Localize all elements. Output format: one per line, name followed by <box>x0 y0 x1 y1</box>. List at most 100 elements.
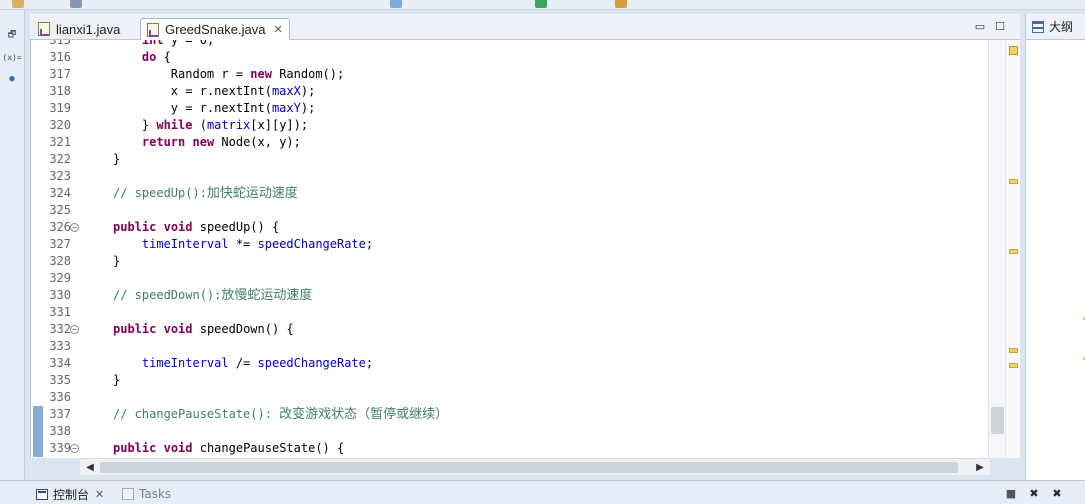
warning-summary-icon[interactable] <box>1009 46 1018 55</box>
code-line[interactable]: 318 x = r.nextInt(maxX); <box>31 83 991 100</box>
code-text: do { <box>141 50 171 64</box>
code-line[interactable]: 329 <box>31 270 991 287</box>
code-line[interactable]: 328} <box>31 253 991 270</box>
code-line[interactable]: 316 do { <box>31 49 991 66</box>
code-line[interactable]: 335} <box>31 372 991 389</box>
line-number: 331 <box>49 305 71 319</box>
fold-toggle-icon[interactable]: − <box>70 325 79 334</box>
code-line[interactable]: 338 <box>31 423 991 440</box>
code-text: x = r.nextInt(maxX); <box>113 84 316 98</box>
line-number: 321 <box>49 135 71 149</box>
line-number: 324 <box>49 186 71 200</box>
fold-toggle-icon[interactable]: − <box>70 223 79 232</box>
code-text: public void speedUp() { <box>113 220 280 234</box>
code-line[interactable]: 330 // speedDown():放慢蛇运动速度 <box>31 287 991 304</box>
line-number: 338 <box>49 424 71 438</box>
folder-icon[interactable] <box>12 0 24 8</box>
code-line[interactable]: 319 y = r.nextInt(maxY); <box>31 100 991 117</box>
line-number: 334 <box>49 356 71 370</box>
outline-icon <box>1032 20 1044 33</box>
code-line[interactable]: 315 int y = 0; <box>31 40 991 49</box>
vertical-scrollbar[interactable] <box>988 40 1005 458</box>
line-number: 319 <box>49 101 71 115</box>
code-line[interactable]: 317 Random r = new Random(); <box>31 66 991 83</box>
remove-launch-icon[interactable]: ✖ <box>1027 486 1041 500</box>
code-line[interactable]: 333 <box>31 338 991 355</box>
tab-label: 控制台 <box>53 487 90 502</box>
ruler-marker[interactable] <box>1009 363 1018 368</box>
code-text: Random r = new Random(); <box>113 67 345 81</box>
code-text: } <box>113 254 121 268</box>
line-number: 325 <box>49 203 71 217</box>
scroll-thumb[interactable] <box>991 407 1004 434</box>
code-line[interactable]: 336 <box>31 389 991 406</box>
code-text: int y = 0; <box>141 40 215 47</box>
code-line[interactable]: 323 <box>31 168 991 185</box>
scroll-left-icon[interactable]: ◀ <box>82 459 98 475</box>
code-line[interactable]: 320 } while (matrix[x][y]); <box>31 117 991 134</box>
outline-header[interactable]: 大纲 <box>1026 14 1085 40</box>
terminate-icon[interactable]: ■ <box>1004 486 1018 500</box>
main-toolbar <box>0 0 1085 10</box>
editor-tab-bar: lianxi1.java GreedSnake.java ✕ ▭ ☐ <box>30 14 1020 40</box>
code-text: // changePauseState(): 改变游戏状态（暂停或继续） <box>113 407 449 422</box>
breakpoints-icon[interactable]: ● <box>4 72 20 86</box>
line-number: 329 <box>49 271 71 285</box>
tab-lianxi1[interactable]: lianxi1.java <box>32 18 126 40</box>
maximize-icon[interactable]: ☐ <box>994 20 1006 33</box>
line-number: 322 <box>49 152 71 166</box>
line-number: 337 <box>49 407 71 421</box>
close-icon[interactable]: ✕ <box>95 488 104 501</box>
code-text: } <box>113 373 121 387</box>
code-line[interactable]: 325 <box>31 202 991 219</box>
line-number: 333 <box>49 339 71 353</box>
code-line[interactable]: 324 // speedUp():加快蛇运动速度 <box>31 185 991 202</box>
code-text: } while (matrix[x][y]); <box>113 118 309 132</box>
close-icon[interactable]: ✕ <box>273 23 282 36</box>
horizontal-scrollbar[interactable]: ◀ ▶ <box>80 458 990 475</box>
code-editor[interactable]: 315 int y = 0; 316 do {317 Random r = new… <box>30 40 1020 458</box>
tab-greedsnake[interactable]: GreedSnake.java ✕ <box>140 18 290 40</box>
minimize-icon[interactable]: ▭ <box>974 20 986 33</box>
fold-toggle-icon[interactable]: − <box>70 444 79 453</box>
code-text: timeInterval *= speedChangeRate; <box>141 237 374 251</box>
line-number: 336 <box>49 390 71 404</box>
scroll-thumb[interactable] <box>100 462 958 473</box>
debug-icon[interactable] <box>390 0 402 8</box>
restore-icon[interactable]: 🗗 <box>4 28 20 42</box>
tab-label: Tasks <box>139 487 172 501</box>
code-text: return new Node(x, y); <box>141 135 301 149</box>
ruler-marker[interactable] <box>1009 179 1018 184</box>
tab-label: GreedSnake.java <box>165 22 266 37</box>
java-file-icon <box>147 22 159 37</box>
save-icon[interactable] <box>70 0 82 8</box>
ruler-marker[interactable] <box>1009 348 1018 353</box>
code-line[interactable]: 331 <box>31 304 991 321</box>
code-line[interactable]: 322} <box>31 151 991 168</box>
line-number: 320 <box>49 118 71 132</box>
code-line[interactable]: 337 // changePauseState(): 改变游戏状态（暂停或继续） <box>31 406 991 423</box>
code-line[interactable]: 339− public void changePauseState() { <box>31 440 991 457</box>
outline-panel: 大纲 <box>1025 14 1085 480</box>
remove-all-icon[interactable]: ✖ <box>1050 486 1064 500</box>
tab-tasks[interactable]: Tasks <box>122 485 171 503</box>
code-line[interactable]: 332− public void speedDown() { <box>31 321 991 338</box>
line-number: 330 <box>49 288 71 302</box>
run-icon[interactable] <box>535 0 547 8</box>
scroll-right-icon[interactable]: ▶ <box>972 459 988 475</box>
tab-console[interactable]: 控制台 ✕ <box>36 485 104 503</box>
tab-label: lianxi1.java <box>56 21 121 37</box>
line-number: 317 <box>49 67 71 81</box>
tasks-icon <box>122 488 134 500</box>
variables-icon[interactable]: (x)= <box>2 50 21 64</box>
overview-ruler[interactable] <box>1005 40 1020 458</box>
code-line[interactable]: 327 timeInterval *= speedChangeRate; <box>31 236 991 253</box>
code-text: // speedDown():放慢蛇运动速度 <box>113 288 313 303</box>
code-text: timeInterval /= speedChangeRate; <box>141 356 374 370</box>
code-text: // speedUp():加快蛇运动速度 <box>113 186 298 201</box>
search-icon[interactable] <box>615 0 627 8</box>
code-line[interactable]: 321 return new Node(x, y); <box>31 134 991 151</box>
code-line[interactable]: 326− public void speedUp() { <box>31 219 991 236</box>
ruler-marker[interactable] <box>1009 249 1018 254</box>
code-line[interactable]: 334 timeInterval /= speedChangeRate; <box>31 355 991 372</box>
